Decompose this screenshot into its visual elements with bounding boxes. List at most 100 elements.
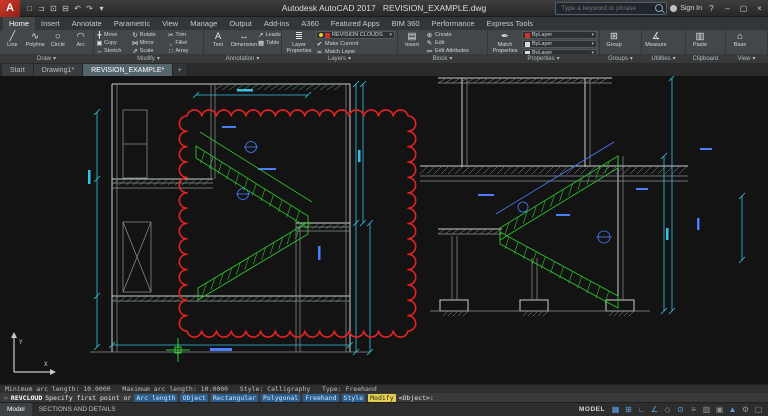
model-space-tab[interactable]: Model bbox=[0, 403, 32, 416]
trim-button[interactable]: ✂Trim bbox=[167, 31, 201, 39]
new-icon[interactable]: □ bbox=[24, 4, 35, 13]
text-button[interactable]: AText bbox=[206, 31, 230, 53]
tab-performance[interactable]: Performance bbox=[426, 17, 481, 30]
command-input-line[interactable]: > REVCLOUD Specify first point or Arc le… bbox=[0, 393, 768, 402]
file-tab-drawing1[interactable]: Drawing1* bbox=[34, 64, 83, 76]
line-button[interactable]: ╱Line bbox=[2, 31, 23, 53]
option-arc-length[interactable]: Arc length bbox=[134, 394, 177, 402]
plot-icon[interactable]: ⊟ bbox=[60, 4, 71, 13]
workspace-dropdown-icon[interactable]: ▾ bbox=[96, 4, 107, 13]
chevron-down-icon: ▾ bbox=[348, 55, 351, 62]
isodraft-icon[interactable]: ◇ bbox=[661, 405, 674, 414]
annotation-scale-icon[interactable]: ▲ bbox=[726, 405, 739, 414]
option-style[interactable]: Style bbox=[342, 394, 366, 402]
option-rectangular[interactable]: Rectangular bbox=[211, 394, 258, 402]
tab-output[interactable]: Output bbox=[223, 17, 258, 30]
lineweight-icon[interactable]: ≡ bbox=[687, 405, 700, 414]
arc-button[interactable]: ◠Arc bbox=[70, 31, 91, 53]
model-paper-toggle[interactable]: MODEL bbox=[575, 406, 609, 413]
close-button[interactable]: × bbox=[753, 4, 766, 13]
panel-title-utilities[interactable]: Utilities▾ bbox=[642, 54, 685, 63]
option-object[interactable]: Object bbox=[180, 394, 207, 402]
selection-cycling-icon[interactable]: ▣ bbox=[713, 405, 726, 414]
chevron-down-icon: ▾ bbox=[256, 55, 259, 62]
file-tab-revision-example[interactable]: REVISION_EXAMPLE* bbox=[83, 64, 173, 76]
tab-featured-apps[interactable]: Featured Apps bbox=[325, 17, 386, 30]
tab-manage[interactable]: Manage bbox=[184, 17, 223, 30]
new-drawing-tab-button[interactable]: + bbox=[173, 64, 186, 76]
layer-dropdown[interactable]: REVISION CLOUDS▾ bbox=[316, 31, 395, 39]
layer-properties-button[interactable]: ≣Layer Properties bbox=[284, 31, 314, 53]
array-button[interactable]: ∷Array bbox=[167, 47, 201, 54]
panel-title-groups[interactable]: Groups▾ bbox=[600, 54, 641, 63]
panel-title-view[interactable]: View▾ bbox=[726, 54, 767, 63]
save-icon[interactable]: ⊡ bbox=[48, 4, 59, 13]
redo-icon[interactable]: ↷ bbox=[84, 4, 95, 13]
rotate-button[interactable]: ↻Rotate bbox=[132, 31, 166, 39]
make-current-button[interactable]: ✔Make Current bbox=[316, 40, 395, 47]
search-icon[interactable] bbox=[655, 4, 663, 12]
dimension-button[interactable]: ↔Dimension bbox=[232, 31, 256, 53]
table-button[interactable]: ▦Table bbox=[258, 39, 279, 46]
tab-insert[interactable]: Insert bbox=[35, 17, 66, 30]
sign-in-button[interactable]: Sign In bbox=[680, 5, 702, 12]
option-polygonal[interactable]: Polygonal bbox=[261, 394, 300, 402]
copy-button[interactable]: ▣Copy bbox=[96, 39, 130, 47]
open-icon[interactable]: ⊐ bbox=[36, 4, 47, 13]
mirror-button[interactable]: ⋈Mirror bbox=[132, 39, 166, 47]
polyline-button[interactable]: ∿Polyline bbox=[25, 31, 46, 53]
minimize-button[interactable]: – bbox=[721, 4, 734, 13]
create-block-button[interactable]: ⊕Create bbox=[426, 31, 485, 38]
tab-parametric[interactable]: Parametric bbox=[108, 17, 156, 30]
match-properties-button[interactable]: ✒Match Properties bbox=[490, 31, 520, 53]
grid-icon[interactable]: ▦ bbox=[609, 405, 622, 414]
tab-addins[interactable]: Add-ins bbox=[258, 17, 295, 30]
tab-annotate[interactable]: Annotate bbox=[66, 17, 108, 30]
base-view-button[interactable]: ⌂Base bbox=[728, 31, 752, 53]
clean-screen-icon[interactable]: ▢ bbox=[752, 405, 765, 414]
model-space-canvas[interactable]: X Y bbox=[0, 76, 768, 384]
tab-a360[interactable]: A360 bbox=[295, 17, 325, 30]
scale-button[interactable]: ⇗Scale bbox=[132, 47, 166, 54]
snap-icon[interactable]: ⊞ bbox=[622, 405, 635, 414]
panel-title-properties[interactable]: Properties▾ bbox=[488, 54, 599, 63]
group-button[interactable]: ⊞Group bbox=[602, 31, 626, 53]
insert-button[interactable]: ▤Insert bbox=[400, 31, 424, 53]
tab-express-tools[interactable]: Express Tools bbox=[480, 17, 539, 30]
tab-home[interactable]: Home bbox=[3, 17, 35, 30]
layout-tab[interactable]: SECTIONS AND DETAILS bbox=[32, 403, 123, 416]
file-tab-start[interactable]: Start bbox=[2, 64, 34, 76]
edit-block-button[interactable]: ✎Edit bbox=[426, 39, 485, 46]
panel-title-block[interactable]: Block▾ bbox=[398, 54, 487, 63]
edit-attributes-button[interactable]: ≔Edit Attributes bbox=[426, 47, 485, 54]
option-modify[interactable]: Modify bbox=[368, 394, 395, 402]
panel-title-draw[interactable]: Draw▾ bbox=[0, 54, 93, 63]
polar-tracking-icon[interactable]: ∠ bbox=[648, 405, 661, 414]
workspace-gear-icon[interactable]: ⚙ bbox=[739, 405, 752, 414]
leader-button[interactable]: ↗Leader bbox=[258, 31, 279, 38]
maximize-button[interactable]: ▢ bbox=[737, 4, 750, 13]
search-input[interactable] bbox=[559, 4, 652, 13]
panel-title-annotation[interactable]: Annotation▾ bbox=[204, 54, 281, 63]
option-freehand[interactable]: Freehand bbox=[303, 394, 338, 402]
fillet-button[interactable]: ◟Fillet bbox=[167, 39, 201, 47]
paste-button[interactable]: ▥Paste bbox=[688, 31, 712, 53]
cad-drawing[interactable]: X Y bbox=[0, 76, 768, 384]
panel-title-layers[interactable]: Layers▾ bbox=[282, 54, 397, 63]
undo-icon[interactable]: ↶ bbox=[72, 4, 83, 13]
panel-title-clipboard[interactable]: Clipboard bbox=[686, 54, 725, 63]
help-icon[interactable]: ? bbox=[705, 4, 718, 13]
help-search-box[interactable] bbox=[555, 2, 667, 15]
circle-button[interactable]: ○Circle bbox=[48, 31, 69, 53]
osnap-icon[interactable]: ⊙ bbox=[674, 405, 687, 414]
transparency-icon[interactable]: ▨ bbox=[700, 405, 713, 414]
tab-bim360[interactable]: BIM 360 bbox=[386, 17, 426, 30]
measure-button[interactable]: ∡Measure bbox=[644, 31, 668, 53]
ortho-icon[interactable]: ∟ bbox=[635, 405, 648, 414]
app-menu-button[interactable]: A bbox=[0, 0, 20, 17]
object-color-dropdown[interactable]: ByLayer▾ bbox=[522, 31, 597, 39]
lineweight-dropdown[interactable]: ByLayer▾ bbox=[522, 40, 597, 48]
move-button[interactable]: ╋Move bbox=[96, 31, 130, 39]
tab-view[interactable]: View bbox=[156, 17, 184, 30]
panel-title-modify[interactable]: Modify▾ bbox=[94, 54, 203, 63]
